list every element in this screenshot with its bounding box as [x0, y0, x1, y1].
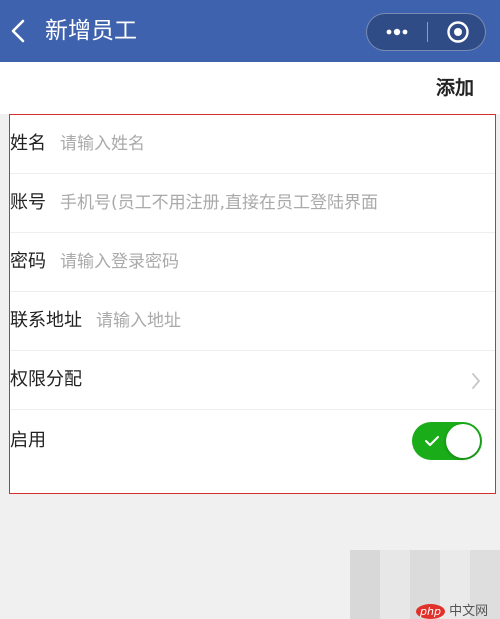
form-row-password: 密码 — [10, 233, 495, 292]
permissions-row[interactable]: 权限分配 — [10, 351, 495, 410]
add-button[interactable]: 添加 — [436, 74, 474, 102]
address-label: 联系地址 — [10, 310, 82, 331]
switch-knob — [446, 424, 480, 458]
page-title: 新增员工 — [45, 18, 137, 44]
capsule-divider — [427, 22, 428, 42]
enabled-switch[interactable] — [412, 422, 482, 460]
permissions-label: 权限分配 — [10, 369, 82, 390]
navigation-bar: 新增员工 — [0, 0, 500, 62]
enabled-label: 启用 — [10, 430, 46, 451]
password-label: 密码 — [10, 251, 46, 272]
check-icon — [425, 436, 439, 446]
watermark-logo: php 中文网 — [416, 600, 488, 619]
password-input[interactable] — [60, 247, 480, 277]
employee-form: 姓名 账号 密码 联系地址 权限分配 启用 — [9, 114, 496, 494]
account-label: 账号 — [10, 192, 46, 213]
form-row-enabled: 启用 — [10, 410, 495, 472]
mini-program-capsule — [366, 13, 486, 51]
chevron-right-icon — [472, 373, 480, 389]
action-bar: 添加 — [0, 62, 500, 114]
watermark: php 中文网 — [350, 550, 500, 619]
close-circle-icon[interactable] — [446, 20, 470, 44]
form-row-account: 账号 — [10, 174, 495, 233]
account-input[interactable] — [60, 188, 396, 218]
page-body: 添加 姓名 账号 密码 联系地址 权限分配 启用 — [0, 62, 500, 619]
php-logo: php — [416, 604, 445, 619]
name-input[interactable] — [60, 129, 480, 159]
back-icon[interactable] — [8, 17, 32, 45]
form-row-name: 姓名 — [10, 115, 495, 174]
site-name: 中文网 — [449, 604, 489, 619]
address-input[interactable] — [96, 306, 480, 336]
form-row-address: 联系地址 — [10, 292, 495, 351]
name-label: 姓名 — [10, 133, 46, 154]
more-icon[interactable] — [385, 25, 409, 39]
